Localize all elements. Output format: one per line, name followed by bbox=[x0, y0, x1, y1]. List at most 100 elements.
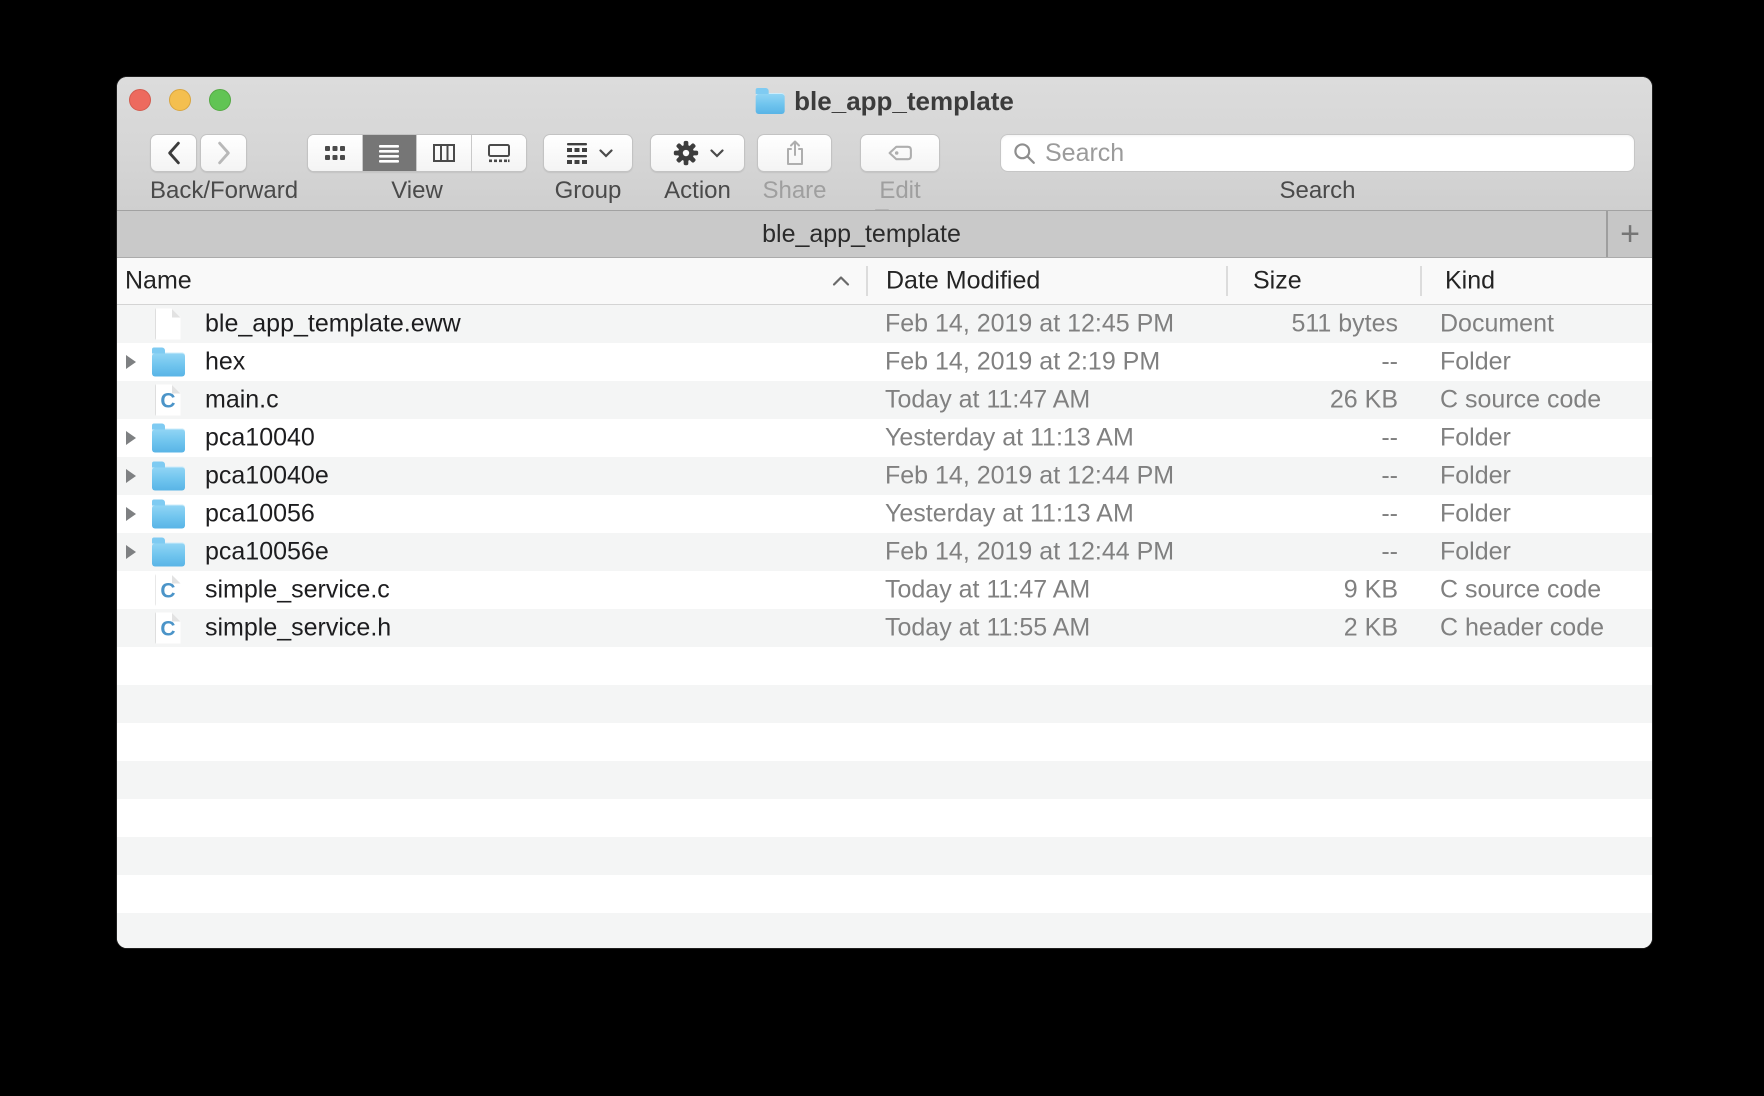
file-list: ble_app_template.eww Feb 14, 2019 at 12:4… bbox=[117, 305, 1652, 948]
tab-bar: ble_app_template + bbox=[117, 210, 1652, 258]
window-chrome: ble_app_template Back/Forward bbox=[117, 77, 1652, 210]
disclosure-triangle-icon[interactable] bbox=[125, 431, 137, 446]
column-divider[interactable] bbox=[866, 266, 868, 296]
share-button[interactable] bbox=[757, 134, 832, 172]
search-input[interactable] bbox=[1045, 139, 1622, 168]
coverflow-view-button[interactable] bbox=[472, 135, 527, 171]
share-control: Share bbox=[757, 134, 832, 205]
file-size: -- bbox=[1197, 348, 1398, 377]
document-icon bbox=[156, 309, 181, 340]
disclosure-triangle-icon[interactable] bbox=[125, 545, 137, 560]
file-row[interactable]: Csimple_service.hToday at 11:55 AM2 KBC … bbox=[117, 609, 1652, 647]
empty-row-stripe bbox=[117, 913, 1652, 948]
file-name: simple_service.c bbox=[205, 576, 390, 605]
size-column-header[interactable]: Size bbox=[1253, 267, 1302, 296]
file-name: pca10056e bbox=[205, 538, 329, 567]
action-button[interactable] bbox=[650, 134, 745, 172]
action-control: Action bbox=[650, 134, 745, 205]
file-row[interactable]: pca10040eFeb 14, 2019 at 12:44 PM--Folde… bbox=[117, 457, 1652, 495]
file-date-modified: Today at 11:55 AM bbox=[885, 614, 1090, 643]
back-forward-control: Back/Forward bbox=[150, 134, 247, 205]
file-name: ble_app_template.eww bbox=[205, 310, 461, 339]
file-icon-cell bbox=[150, 538, 186, 567]
minimize-button[interactable] bbox=[169, 89, 191, 111]
file-row[interactable]: pca10056Yesterday at 11:13 AM--Folder bbox=[117, 495, 1652, 533]
share-label: Share bbox=[757, 177, 832, 205]
zoom-button[interactable] bbox=[209, 89, 231, 111]
chevron-down-icon bbox=[710, 149, 724, 158]
icon-view-button[interactable] bbox=[308, 135, 363, 171]
file-date-modified: Yesterday at 11:13 AM bbox=[885, 424, 1134, 453]
file-size: 511 bytes bbox=[1197, 310, 1398, 339]
file-name: hex bbox=[205, 348, 245, 377]
group-icon bbox=[564, 141, 590, 165]
window-title: ble_app_template bbox=[794, 86, 1014, 117]
file-icon-cell bbox=[150, 462, 186, 491]
close-button[interactable] bbox=[129, 89, 151, 111]
search-label: Search bbox=[1000, 177, 1635, 205]
empty-row-stripe bbox=[117, 799, 1652, 837]
file-row[interactable]: pca10040Yesterday at 11:13 AM--Folder bbox=[117, 419, 1652, 457]
folder-icon bbox=[152, 429, 185, 453]
file-kind: Folder bbox=[1440, 500, 1511, 529]
file-kind: Folder bbox=[1440, 462, 1511, 491]
c-source-icon: C bbox=[156, 385, 181, 416]
active-tab[interactable]: ble_app_template bbox=[117, 211, 1606, 257]
file-icon-cell bbox=[150, 309, 186, 340]
date-modified-column-header[interactable]: Date Modified bbox=[886, 267, 1040, 296]
empty-row-stripe bbox=[117, 761, 1652, 799]
chevron-down-icon bbox=[599, 149, 613, 158]
disclosure-triangle-icon[interactable] bbox=[125, 507, 137, 522]
file-row[interactable]: pca10056eFeb 14, 2019 at 12:44 PM--Folde… bbox=[117, 533, 1652, 571]
edit-tags-button[interactable] bbox=[860, 134, 940, 172]
c-header-icon: C bbox=[156, 613, 181, 644]
group-button[interactable] bbox=[543, 134, 633, 172]
file-size: -- bbox=[1197, 424, 1398, 453]
kind-column-header[interactable]: Kind bbox=[1445, 267, 1495, 296]
file-row[interactable]: Cmain.cToday at 11:47 AM26 KBC source co… bbox=[117, 381, 1652, 419]
c-source-icon: C bbox=[156, 575, 181, 606]
file-name: pca10040e bbox=[205, 462, 329, 491]
coverflow-view-icon bbox=[487, 143, 511, 163]
file-kind: C source code bbox=[1440, 386, 1601, 415]
disclosure-triangle-icon[interactable] bbox=[125, 469, 137, 484]
new-tab-button[interactable]: + bbox=[1606, 211, 1652, 257]
folder-icon bbox=[152, 467, 185, 491]
back-forward-label: Back/Forward bbox=[150, 177, 247, 205]
file-name: main.c bbox=[205, 386, 279, 415]
file-date-modified: Today at 11:47 AM bbox=[885, 386, 1090, 415]
file-name: pca10040 bbox=[205, 424, 315, 453]
empty-row-stripe bbox=[117, 723, 1652, 761]
file-size: -- bbox=[1197, 538, 1398, 567]
file-size: -- bbox=[1197, 500, 1398, 529]
list-view-button[interactable] bbox=[363, 135, 418, 171]
file-row[interactable]: ble_app_template.ewwFeb 14, 2019 at 12:4… bbox=[117, 305, 1652, 343]
name-column-header[interactable]: Name bbox=[125, 267, 192, 296]
search-field[interactable] bbox=[1000, 134, 1635, 172]
list-view-icon bbox=[377, 143, 401, 163]
title-bar: ble_app_template bbox=[755, 77, 1014, 125]
file-row[interactable]: Csimple_service.cToday at 11:47 AM9 KBC … bbox=[117, 571, 1652, 609]
file-icon-cell: C bbox=[150, 385, 186, 416]
file-date-modified: Yesterday at 11:13 AM bbox=[885, 500, 1134, 529]
share-icon bbox=[783, 139, 807, 167]
chevron-left-icon bbox=[163, 141, 185, 165]
gear-icon bbox=[671, 138, 701, 168]
file-name: simple_service.h bbox=[205, 614, 391, 643]
back-button[interactable] bbox=[150, 134, 197, 172]
file-date-modified: Today at 11:47 AM bbox=[885, 576, 1090, 605]
column-header-row: Name Date Modified Size Kind bbox=[117, 258, 1652, 305]
group-label: Group bbox=[543, 177, 633, 205]
forward-button[interactable] bbox=[200, 134, 247, 172]
disclosure-triangle-icon[interactable] bbox=[125, 355, 137, 370]
column-divider[interactable] bbox=[1226, 266, 1228, 296]
column-view-button[interactable] bbox=[417, 135, 472, 171]
search-control: Search bbox=[1000, 134, 1635, 205]
file-kind: Folder bbox=[1440, 538, 1511, 567]
file-date-modified: Feb 14, 2019 at 2:19 PM bbox=[885, 348, 1160, 377]
column-divider[interactable] bbox=[1420, 266, 1422, 296]
file-date-modified: Feb 14, 2019 at 12:44 PM bbox=[885, 462, 1174, 491]
column-view-icon bbox=[432, 143, 456, 163]
file-row[interactable]: hexFeb 14, 2019 at 2:19 PM--Folder bbox=[117, 343, 1652, 381]
file-icon-cell bbox=[150, 424, 186, 453]
